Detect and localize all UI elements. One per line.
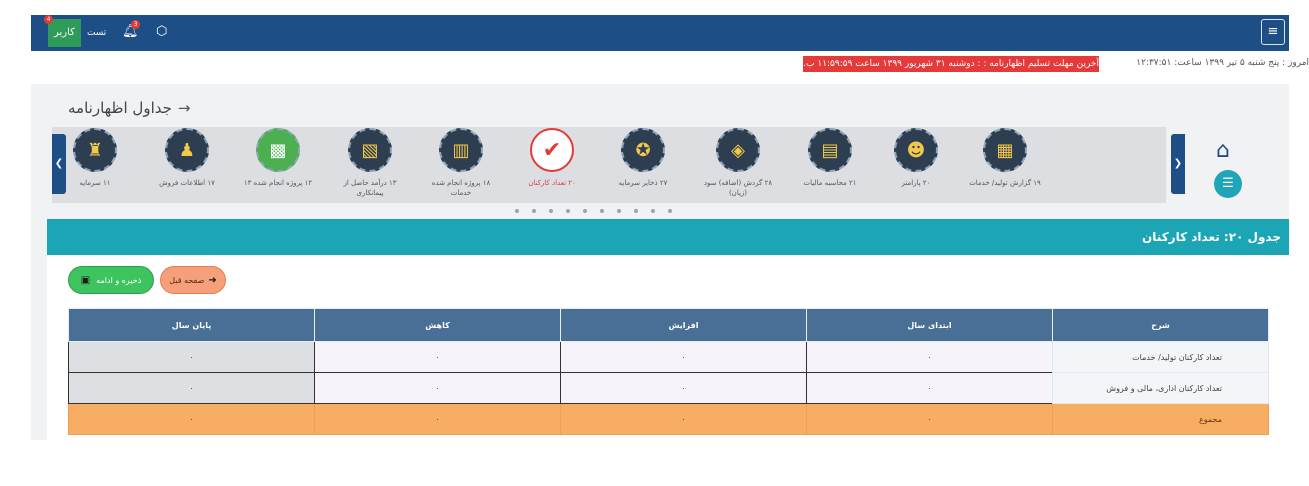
carousel-dot[interactable] xyxy=(515,209,519,213)
step-label: ۱۲ پروژه انجام شده ۱۳ xyxy=(243,179,313,187)
info-strip xyxy=(31,52,1309,82)
carousel-dot[interactable] xyxy=(634,209,638,213)
bell-icon[interactable]: 🔔︎ 3 xyxy=(122,20,140,41)
step-item[interactable]: ♟ ۱۷ اطلاعات فروش xyxy=(147,128,227,188)
step-item[interactable]: ▥ ۱۸ پروژه انجام شده خدمات xyxy=(421,128,501,198)
value-input[interactable]: ۰ xyxy=(560,341,807,373)
user-name: تست xyxy=(86,28,107,38)
value-readonly: ۰ xyxy=(68,372,315,404)
chart-icon: ♟ xyxy=(165,128,209,172)
document-icon: ▧ xyxy=(348,128,392,172)
total-value: ۰ xyxy=(806,403,1053,435)
buildings-icon: ▥ xyxy=(439,128,483,172)
step-label: ۱۱ سرمایه xyxy=(79,179,111,187)
menu-toggle-button[interactable]: ≡ xyxy=(1261,19,1285,45)
column-header: پایان سال xyxy=(68,308,315,342)
current-datetime: امروز : پنج شنبه ۵ تیر ۱۳۹۹ ساعت: ۱۲:۳۷:… xyxy=(1136,58,1309,68)
step-item[interactable]: ✪ ۲۷ ذخایر سرمایه xyxy=(603,128,683,188)
total-value: ۰ xyxy=(560,403,807,435)
step-label: ۲۰ تعداد کارکنان xyxy=(528,179,576,187)
table-row: تعداد کارکنان اداری، مالی و فروش ۰ ۰ ۰ ۰ xyxy=(68,372,1269,404)
table-total-row: مجموع ۰ ۰ ۰ ۰ xyxy=(68,403,1269,435)
value-readonly: ۰ xyxy=(68,341,315,373)
step-label: ۲۸ گردش (اضافه) سود (زیان) xyxy=(703,179,773,197)
chevron-right-icon: ❯ xyxy=(1173,158,1183,169)
user-role: کاربر xyxy=(54,27,75,38)
value-input[interactable]: ۰ xyxy=(314,372,561,404)
step-label: ۲۷ ذخایر سرمایه xyxy=(618,179,668,187)
user-role-badge[interactable]: کاربر 4 xyxy=(44,15,81,47)
row-description: تعداد کارکنان اداری، مالی و فروش xyxy=(1052,372,1269,404)
column-header: افزایش xyxy=(560,308,807,342)
total-value: ۰ xyxy=(314,403,561,435)
worker-icon: ☻ xyxy=(894,128,938,172)
user-menu[interactable]: کاربر 4 تست xyxy=(44,15,107,47)
value-input[interactable]: ۰ xyxy=(560,372,807,404)
step-item-active[interactable]: ✔ ۲۰ تعداد کارکنان xyxy=(512,128,592,188)
money-bag-icon: ♜ xyxy=(73,128,117,172)
column-header: شرح xyxy=(1052,308,1269,342)
row-description: تعداد کارکنان تولید/ خدمات xyxy=(1052,341,1269,373)
arrow-circle-icon: ➜ xyxy=(208,274,217,286)
step-item[interactable]: ▧ ۱۳ درآمد حاصل از پیمانکاری xyxy=(330,128,410,198)
step-label: ۱۹ گزارش تولید/ خدمات xyxy=(969,179,1041,187)
arrow-right-icon[interactable]: → xyxy=(178,99,191,117)
carousel-dot[interactable] xyxy=(600,209,604,213)
step-item[interactable]: ♜ ۱۱ سرمایه xyxy=(55,128,135,188)
value-input[interactable]: ۰ xyxy=(314,341,561,373)
list-menu-button[interactable]: ☰ xyxy=(1214,170,1242,198)
bell-badge: 3 xyxy=(131,20,140,29)
carousel-dot[interactable] xyxy=(566,209,570,213)
list-icon: ☰ xyxy=(1222,176,1234,191)
cube-icon[interactable]: ⬡ xyxy=(156,23,167,41)
step-item[interactable]: ▤ ۲۱ محاسبه مالیات xyxy=(790,128,870,188)
carousel-dot[interactable] xyxy=(651,209,655,213)
step-item[interactable]: ▦ ۱۹ گزارش تولید/ خدمات xyxy=(965,128,1045,188)
calculator-icon: ▤ xyxy=(808,128,852,172)
home-icon[interactable]: ⌂ xyxy=(1216,138,1230,163)
step-label: ۱۷ اطلاعات فروش xyxy=(159,179,215,187)
step-label: ۱۳ درآمد حاصل از پیمانکاری xyxy=(343,179,397,197)
step-item[interactable]: ☻ ۲۰ پارامتر xyxy=(876,128,956,188)
step-label: ۲۰ پارامتر xyxy=(901,179,931,187)
step-item[interactable]: ◈ ۲۸ گردش (اضافه) سود (زیان) xyxy=(698,128,778,198)
save-continue-button[interactable]: ذخیره و ادامه ▣ xyxy=(68,266,154,294)
prev-button-label: صفحه قبل xyxy=(169,275,205,285)
previous-page-button[interactable]: ➜ صفحه قبل xyxy=(160,266,226,294)
step-label: ۲۱ محاسبه مالیات xyxy=(803,179,857,187)
page-title: جداول اظهارنامه xyxy=(68,99,172,117)
carousel-next-button[interactable]: ❯ xyxy=(1171,134,1185,194)
floppy-icon: ▣ xyxy=(80,274,91,286)
save-button-label: ذخیره و ادامه xyxy=(96,275,142,285)
column-header: ابتدای سال xyxy=(806,308,1053,342)
check-icon: ✔ xyxy=(530,128,574,172)
calculator-green-icon: ▩ xyxy=(256,128,300,172)
total-label: مجموع xyxy=(1052,403,1269,435)
carousel-dot[interactable] xyxy=(549,209,553,213)
page-heading[interactable]: جداول اظهارنامه → xyxy=(68,99,190,117)
deadline-banner: آخرین مهلت تسلیم اظهارنامه : : دوشنبه ۳۱… xyxy=(803,56,1099,72)
table-header-row: شرح ابتدای سال افزایش کاهش پایان سال xyxy=(68,308,1269,342)
carousel-dot[interactable] xyxy=(668,209,672,213)
hamburger-icon: ≡ xyxy=(1267,24,1279,39)
value-input[interactable]: ۰ xyxy=(806,372,1053,404)
coins-icon: ✪ xyxy=(621,128,665,172)
user-notification-badge: 4 xyxy=(44,15,53,24)
employees-table: شرح ابتدای سال افزایش کاهش پایان سال تعد… xyxy=(68,308,1269,435)
column-header: کاهش xyxy=(314,308,561,342)
top-navbar: کاربر 4 تست 🔔︎ 3 ⬡ ≡ xyxy=(31,15,1289,51)
carousel-dot[interactable] xyxy=(532,209,536,213)
money-icon: ◈ xyxy=(716,128,760,172)
value-input[interactable]: ۰ xyxy=(806,341,1053,373)
step-item[interactable]: ▩ ۱۲ پروژه انجام شده ۱۳ xyxy=(238,128,318,188)
carousel-dot[interactable] xyxy=(583,209,587,213)
table-title: جدول ۲۰: تعداد کارکنان xyxy=(47,219,1289,255)
table-row: تعداد کارکنان تولید/ خدمات ۰ ۰ ۰ ۰ xyxy=(68,341,1269,373)
total-value: ۰ xyxy=(68,403,315,435)
carousel-dot[interactable] xyxy=(617,209,621,213)
carousel-dots xyxy=(515,209,672,213)
factory-icon: ▦ xyxy=(983,128,1027,172)
step-label: ۱۸ پروژه انجام شده خدمات xyxy=(431,179,491,197)
